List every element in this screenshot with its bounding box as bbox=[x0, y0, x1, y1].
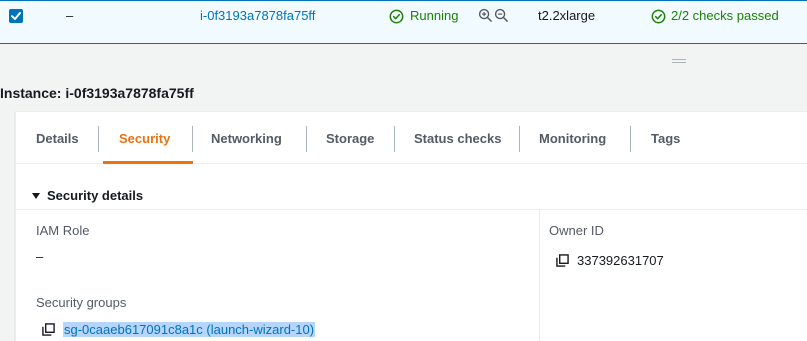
iam-role-label: IAM Role bbox=[36, 223, 90, 238]
copy-icon[interactable] bbox=[556, 254, 569, 267]
section-divider bbox=[16, 209, 807, 210]
zoom-in-icon[interactable] bbox=[478, 8, 493, 23]
owner-id-item: 337392631707 bbox=[556, 253, 664, 268]
instance-id-link[interactable]: i-0f3193a7878fa75ff bbox=[200, 7, 315, 25]
instance-type-cell: t2.2xlarge bbox=[538, 8, 596, 23]
iam-role-value: – bbox=[36, 249, 44, 264]
tab-networking[interactable]: Networking bbox=[211, 131, 282, 146]
state-filter-icons bbox=[478, 8, 509, 23]
split-panel-resize-handle[interactable] bbox=[672, 59, 686, 63]
instance-state-label: Running bbox=[410, 8, 459, 23]
instance-state: Running bbox=[389, 7, 458, 25]
tab-separator bbox=[306, 126, 307, 152]
zoom-out-icon[interactable] bbox=[494, 8, 509, 23]
instance-details-panel: Details Security Networking Storage Stat… bbox=[15, 111, 807, 341]
status-checks-label: 2/2 checks passed bbox=[671, 8, 779, 23]
security-details-toggle[interactable]: Security details bbox=[31, 188, 143, 203]
status-checks-cell: 2/2 checks passed bbox=[651, 7, 779, 25]
tab-separator bbox=[519, 126, 520, 152]
copy-icon[interactable] bbox=[42, 323, 55, 336]
tab-separator bbox=[630, 126, 631, 152]
tab-security[interactable]: Security bbox=[119, 131, 170, 146]
tab-separator bbox=[192, 126, 193, 152]
instance-name-cell: – bbox=[66, 8, 74, 23]
active-tab-indicator bbox=[103, 161, 193, 164]
section-title: Security details bbox=[47, 188, 144, 203]
tab-status-checks[interactable]: Status checks bbox=[414, 131, 501, 146]
tab-monitoring[interactable]: Monitoring bbox=[539, 131, 606, 146]
tab-tags[interactable]: Tags bbox=[651, 131, 680, 146]
page-title: Instance: i-0f3193a7878fa75ff bbox=[0, 85, 194, 101]
caret-down-icon bbox=[32, 192, 40, 199]
tab-details[interactable]: Details bbox=[36, 131, 79, 146]
owner-id-label: Owner ID bbox=[549, 223, 604, 238]
security-group-item: sg-0caaeb617091c8a1c (launch-wizard-10) bbox=[42, 322, 316, 337]
check-circle-icon bbox=[389, 9, 404, 23]
security-group-link[interactable]: sg-0caaeb617091c8a1c (launch-wizard-10) bbox=[63, 322, 316, 337]
tab-separator bbox=[394, 126, 395, 152]
owner-id-value: 337392631707 bbox=[577, 253, 664, 268]
tab-storage[interactable]: Storage bbox=[326, 131, 374, 146]
column-divider bbox=[539, 210, 540, 341]
checkbox-checked-icon[interactable] bbox=[9, 9, 23, 23]
check-circle-icon bbox=[651, 9, 666, 23]
security-groups-label: Security groups bbox=[36, 295, 127, 310]
tab-separator bbox=[98, 126, 99, 152]
instance-table-row[interactable]: – i-0f3193a7878fa75ff Running t2.2xlarge… bbox=[0, 0, 807, 44]
tab-bar: Details Security Networking Storage Stat… bbox=[16, 112, 807, 164]
